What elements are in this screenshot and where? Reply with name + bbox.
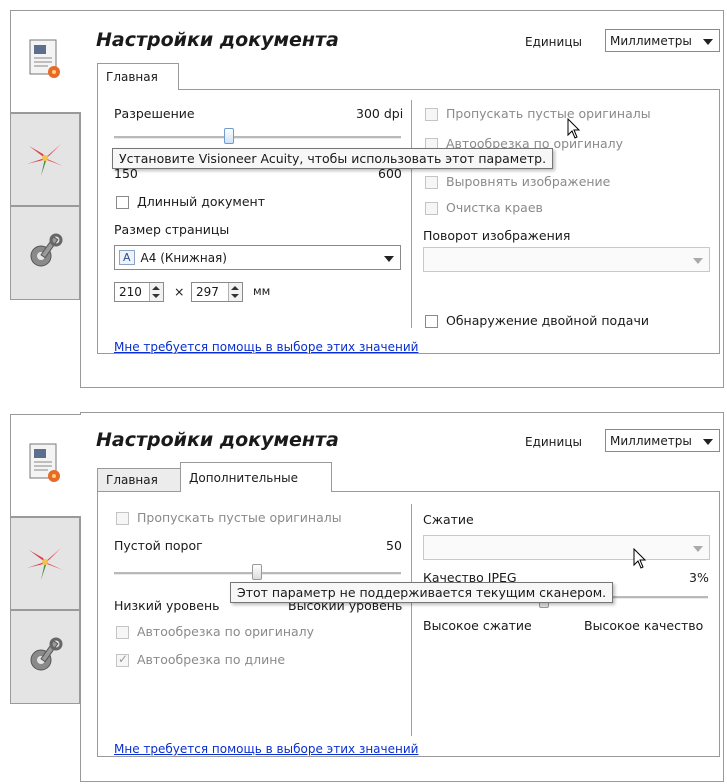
times-sign: × [174,284,185,299]
skip-blank-checkbox[interactable] [425,108,438,121]
resolution-value: 300 dpi [356,106,404,121]
tab-main[interactable]: Главная [97,468,181,491]
side-tab-tools[interactable] [10,206,80,300]
skip-blank-label: Пропускать пустые оригиналы [137,510,342,525]
autocrop-label: Автообрезка по оригиналу [137,624,315,639]
compression-label: Сжатие [423,512,474,527]
units-select[interactable]: Миллиметры [605,29,720,52]
side-tab-tools[interactable] [10,610,80,704]
settings-page: Настройки документа Единицы Миллиметры Г… [80,10,724,388]
tab-content: Пропускать пустые оригиналы Пустой порог… [97,491,720,757]
autocrop-length-checkbox[interactable] [116,652,129,667]
units-select-value: Миллиметры [610,33,692,48]
edge-clean-checkbox[interactable] [425,202,438,215]
skip-blank-label: Пропускать пустые оригиналы [446,106,651,121]
document-settings-panel-advanced: Настройки документа Единицы Миллиметры Г… [0,404,727,784]
tab-main-label: Главная [106,473,158,487]
document-settings-icon [26,38,66,85]
long-document-label: Длинный документ [137,194,266,209]
long-document-checkbox[interactable] [116,196,129,209]
straighten-checkbox[interactable] [425,176,438,189]
side-tabs [10,414,81,704]
double-feed-label: Обнаружение двойной подачи [446,313,649,328]
tools-gear-icon [25,232,65,275]
tab-content: Разрешение 300 dpi 150 600 Длинный докум… [97,89,720,354]
chevron-down-icon [703,438,713,445]
flower-image-icon [23,138,67,181]
page-size-label: Размер страницы [114,222,230,237]
unit-mm-label: мм [253,284,271,298]
rotation-select[interactable] [423,247,710,272]
tab-advanced[interactable]: Дополнительные [180,462,332,492]
double-feed-checkbox[interactable] [425,315,438,328]
tooltip: Этот параметр не поддерживается текущим … [230,582,614,603]
document-settings-panel-main: Настройки документа Единицы Миллиметры Г… [0,0,727,390]
high-quality-label: Высокое качество [584,618,704,633]
width-value: 210 [119,285,142,299]
help-link[interactable]: Мне требуется помощь в выборе этих значе… [114,742,418,756]
column-divider [411,504,412,736]
units-label: Единицы [525,35,582,49]
height-stepper[interactable]: 297 [191,282,243,302]
page-size-icon: A [119,250,135,265]
side-tab-document[interactable] [10,10,81,113]
resolution-label: Разрешение [114,106,195,121]
mouse-cursor-icon [567,117,581,143]
jpeg-quality-value: 3% [689,570,709,585]
resolution-slider-thumb[interactable] [224,128,234,144]
units-label: Единицы [525,435,582,449]
chevron-down-icon [693,545,703,552]
width-stepper[interactable]: 210 [114,282,164,302]
mouse-cursor-icon [633,547,647,573]
compression-select[interactable] [423,535,710,560]
side-tab-image[interactable] [10,113,80,206]
autocrop-checkbox[interactable] [116,626,129,639]
chevron-down-icon [384,255,394,262]
page-size-select[interactable]: A A4 (Книжная) [114,245,401,270]
side-tab-document[interactable] [10,414,81,517]
page-size-value: A4 (Книжная) [140,250,227,265]
side-tabs [10,10,81,300]
chevron-down-icon [703,38,713,45]
width-spin-buttons[interactable] [149,283,163,301]
tools-gear-icon [25,636,65,679]
page-title: Настройки документа [96,29,339,51]
help-link[interactable]: Мне требуется помощь в выборе этих значе… [114,340,418,354]
column-divider [411,100,412,328]
tab-main[interactable]: Главная [97,63,179,90]
blank-threshold-value: 50 [386,538,402,553]
tab-main-label: Главная [106,70,158,84]
rotation-label: Поворот изображения [423,228,571,243]
high-compression-label: Высокое сжатие [423,618,532,633]
tooltip: Установите Visioneer Acuity, чтобы испол… [112,148,554,169]
tab-advanced-label: Дополнительные [189,470,299,485]
low-level-label: Низкий уровень [114,598,220,613]
resolution-slider-track[interactable] [114,136,401,139]
straighten-label: Выровнять изображение [446,174,611,189]
blank-threshold-label: Пустой порог [114,538,203,553]
side-tab-image[interactable] [10,517,80,610]
page-title: Настройки документа [96,429,339,451]
units-select[interactable]: Миллиметры [605,429,720,452]
edge-clean-label: Очистка краев [446,200,543,215]
settings-page: Настройки документа Единицы Миллиметры Г… [80,412,724,782]
chevron-down-icon [693,257,703,264]
autocrop-length-label: Автообрезка по длине [137,652,286,667]
skip-blank-checkbox[interactable] [116,512,129,525]
units-select-value: Миллиметры [610,433,692,448]
blank-threshold-slider-thumb[interactable] [252,564,262,580]
height-spin-buttons[interactable] [228,283,242,301]
flower-image-icon [23,542,67,585]
height-value: 297 [196,285,219,299]
document-settings-icon [26,442,66,489]
